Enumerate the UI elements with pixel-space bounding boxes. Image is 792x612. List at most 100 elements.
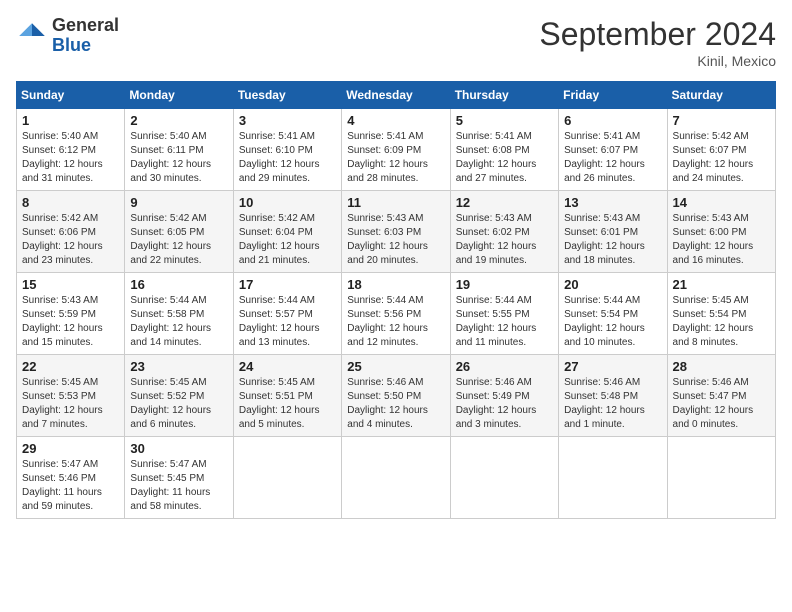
calendar-week-row: 1 Sunrise: 5:40 AM Sunset: 6:12 PM Dayli… xyxy=(17,109,776,191)
day-info: Sunrise: 5:44 AM Sunset: 5:56 PM Dayligh… xyxy=(347,294,444,350)
calendar-week-row: 22 Sunrise: 5:45 AM Sunset: 5:53 PM Dayl… xyxy=(17,355,776,437)
table-row: 3 Sunrise: 5:41 AM Sunset: 6:10 PM Dayli… xyxy=(233,109,341,191)
day-info: Sunrise: 5:43 AM Sunset: 6:01 PM Dayligh… xyxy=(564,212,661,268)
day-info: Sunrise: 5:47 AM Sunset: 5:45 PM Dayligh… xyxy=(130,458,227,514)
table-row: 22 Sunrise: 5:45 AM Sunset: 5:53 PM Dayl… xyxy=(17,355,125,437)
day-number: 5 xyxy=(456,113,553,128)
table-row: 30 Sunrise: 5:47 AM Sunset: 5:45 PM Dayl… xyxy=(125,437,233,519)
day-info: Sunrise: 5:43 AM Sunset: 6:00 PM Dayligh… xyxy=(673,212,770,268)
calendar-week-row: 15 Sunrise: 5:43 AM Sunset: 5:59 PM Dayl… xyxy=(17,273,776,355)
logo-general-text: General xyxy=(52,15,119,35)
table-row: 29 Sunrise: 5:47 AM Sunset: 5:46 PM Dayl… xyxy=(17,437,125,519)
col-friday: Friday xyxy=(559,82,667,109)
day-number: 27 xyxy=(564,359,661,374)
day-number: 14 xyxy=(673,195,770,210)
day-info: Sunrise: 5:41 AM Sunset: 6:07 PM Dayligh… xyxy=(564,130,661,186)
day-info: Sunrise: 5:43 AM Sunset: 6:02 PM Dayligh… xyxy=(456,212,553,268)
day-number: 29 xyxy=(22,441,119,456)
day-info: Sunrise: 5:46 AM Sunset: 5:50 PM Dayligh… xyxy=(347,376,444,432)
day-number: 3 xyxy=(239,113,336,128)
day-info: Sunrise: 5:40 AM Sunset: 6:11 PM Dayligh… xyxy=(130,130,227,186)
day-number: 9 xyxy=(130,195,227,210)
day-number: 23 xyxy=(130,359,227,374)
day-info: Sunrise: 5:43 AM Sunset: 5:59 PM Dayligh… xyxy=(22,294,119,350)
table-row: 4 Sunrise: 5:41 AM Sunset: 6:09 PM Dayli… xyxy=(342,109,450,191)
table-row: 21 Sunrise: 5:45 AM Sunset: 5:54 PM Dayl… xyxy=(667,273,775,355)
col-thursday: Thursday xyxy=(450,82,558,109)
day-info: Sunrise: 5:42 AM Sunset: 6:07 PM Dayligh… xyxy=(673,130,770,186)
title-block: September 2024 Kinil, Mexico xyxy=(539,16,776,69)
day-info: Sunrise: 5:46 AM Sunset: 5:47 PM Dayligh… xyxy=(673,376,770,432)
day-info: Sunrise: 5:44 AM Sunset: 5:54 PM Dayligh… xyxy=(564,294,661,350)
table-row: 6 Sunrise: 5:41 AM Sunset: 6:07 PM Dayli… xyxy=(559,109,667,191)
day-number: 28 xyxy=(673,359,770,374)
table-row: 17 Sunrise: 5:44 AM Sunset: 5:57 PM Dayl… xyxy=(233,273,341,355)
table-row xyxy=(559,437,667,519)
day-number: 6 xyxy=(564,113,661,128)
table-row: 18 Sunrise: 5:44 AM Sunset: 5:56 PM Dayl… xyxy=(342,273,450,355)
day-number: 22 xyxy=(22,359,119,374)
table-row: 5 Sunrise: 5:41 AM Sunset: 6:08 PM Dayli… xyxy=(450,109,558,191)
table-row: 14 Sunrise: 5:43 AM Sunset: 6:00 PM Dayl… xyxy=(667,191,775,273)
table-row: 13 Sunrise: 5:43 AM Sunset: 6:01 PM Dayl… xyxy=(559,191,667,273)
table-row: 19 Sunrise: 5:44 AM Sunset: 5:55 PM Dayl… xyxy=(450,273,558,355)
col-sunday: Sunday xyxy=(17,82,125,109)
table-row xyxy=(667,437,775,519)
day-info: Sunrise: 5:42 AM Sunset: 6:04 PM Dayligh… xyxy=(239,212,336,268)
day-number: 26 xyxy=(456,359,553,374)
day-info: Sunrise: 5:42 AM Sunset: 6:06 PM Dayligh… xyxy=(22,212,119,268)
logo-blue-text: Blue xyxy=(52,35,91,55)
table-row: 26 Sunrise: 5:46 AM Sunset: 5:49 PM Dayl… xyxy=(450,355,558,437)
table-row: 25 Sunrise: 5:46 AM Sunset: 5:50 PM Dayl… xyxy=(342,355,450,437)
table-row xyxy=(342,437,450,519)
calendar-body: 1 Sunrise: 5:40 AM Sunset: 6:12 PM Dayli… xyxy=(17,109,776,519)
col-monday: Monday xyxy=(125,82,233,109)
table-row: 10 Sunrise: 5:42 AM Sunset: 6:04 PM Dayl… xyxy=(233,191,341,273)
day-number: 18 xyxy=(347,277,444,292)
table-row: 20 Sunrise: 5:44 AM Sunset: 5:54 PM Dayl… xyxy=(559,273,667,355)
day-number: 1 xyxy=(22,113,119,128)
calendar-table: Sunday Monday Tuesday Wednesday Thursday… xyxy=(16,81,776,519)
day-number: 20 xyxy=(564,277,661,292)
day-number: 12 xyxy=(456,195,553,210)
day-info: Sunrise: 5:46 AM Sunset: 5:48 PM Dayligh… xyxy=(564,376,661,432)
day-info: Sunrise: 5:45 AM Sunset: 5:54 PM Dayligh… xyxy=(673,294,770,350)
table-row xyxy=(233,437,341,519)
day-number: 19 xyxy=(456,277,553,292)
month-title: September 2024 xyxy=(539,16,776,53)
day-number: 16 xyxy=(130,277,227,292)
day-info: Sunrise: 5:41 AM Sunset: 6:09 PM Dayligh… xyxy=(347,130,444,186)
day-number: 17 xyxy=(239,277,336,292)
day-info: Sunrise: 5:45 AM Sunset: 5:51 PM Dayligh… xyxy=(239,376,336,432)
table-row: 9 Sunrise: 5:42 AM Sunset: 6:05 PM Dayli… xyxy=(125,191,233,273)
table-row xyxy=(450,437,558,519)
location-text: Kinil, Mexico xyxy=(539,53,776,69)
day-number: 7 xyxy=(673,113,770,128)
day-number: 4 xyxy=(347,113,444,128)
day-number: 11 xyxy=(347,195,444,210)
day-info: Sunrise: 5:42 AM Sunset: 6:05 PM Dayligh… xyxy=(130,212,227,268)
day-number: 15 xyxy=(22,277,119,292)
day-info: Sunrise: 5:44 AM Sunset: 5:58 PM Dayligh… xyxy=(130,294,227,350)
table-row: 11 Sunrise: 5:43 AM Sunset: 6:03 PM Dayl… xyxy=(342,191,450,273)
day-number: 13 xyxy=(564,195,661,210)
day-info: Sunrise: 5:47 AM Sunset: 5:46 PM Dayligh… xyxy=(22,458,119,514)
table-row: 24 Sunrise: 5:45 AM Sunset: 5:51 PM Dayl… xyxy=(233,355,341,437)
table-row: 15 Sunrise: 5:43 AM Sunset: 5:59 PM Dayl… xyxy=(17,273,125,355)
logo-icon xyxy=(16,20,48,52)
calendar-header-row: Sunday Monday Tuesday Wednesday Thursday… xyxy=(17,82,776,109)
col-saturday: Saturday xyxy=(667,82,775,109)
table-row: 8 Sunrise: 5:42 AM Sunset: 6:06 PM Dayli… xyxy=(17,191,125,273)
day-info: Sunrise: 5:41 AM Sunset: 6:08 PM Dayligh… xyxy=(456,130,553,186)
day-info: Sunrise: 5:44 AM Sunset: 5:57 PM Dayligh… xyxy=(239,294,336,350)
day-info: Sunrise: 5:41 AM Sunset: 6:10 PM Dayligh… xyxy=(239,130,336,186)
day-number: 10 xyxy=(239,195,336,210)
table-row: 7 Sunrise: 5:42 AM Sunset: 6:07 PM Dayli… xyxy=(667,109,775,191)
col-tuesday: Tuesday xyxy=(233,82,341,109)
day-number: 21 xyxy=(673,277,770,292)
col-wednesday: Wednesday xyxy=(342,82,450,109)
table-row: 2 Sunrise: 5:40 AM Sunset: 6:11 PM Dayli… xyxy=(125,109,233,191)
day-number: 25 xyxy=(347,359,444,374)
logo: General Blue xyxy=(16,16,119,56)
day-info: Sunrise: 5:45 AM Sunset: 5:53 PM Dayligh… xyxy=(22,376,119,432)
